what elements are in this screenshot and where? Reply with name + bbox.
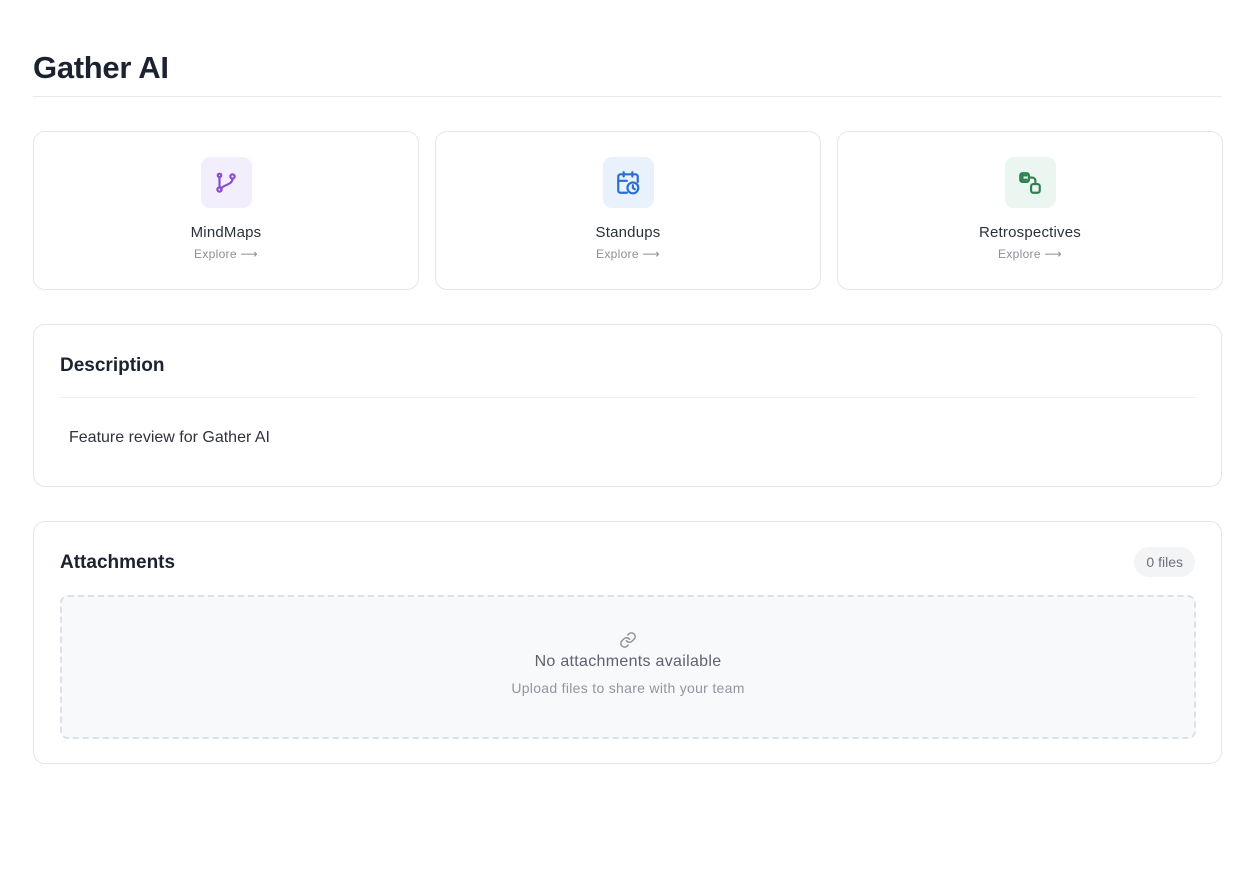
page-title: Gather AI <box>33 50 169 85</box>
feature-card-label: Standups <box>595 224 661 241</box>
calendar-clock-icon <box>617 170 640 194</box>
explore-link[interactable]: Explore ⟶ <box>596 247 660 261</box>
feature-card-standups[interactable]: Standups Explore ⟶ <box>435 131 821 290</box>
description-heading: Description <box>60 355 165 376</box>
feature-card-label: Retrospectives <box>978 224 1081 241</box>
title-divider <box>33 96 1222 97</box>
feature-card-retrospectives[interactable]: Retrospectives Explore ⟶ <box>837 131 1223 290</box>
feature-card-mindmaps[interactable]: MindMaps Explore ⟶ <box>33 131 419 290</box>
paperclip-icon <box>620 632 636 648</box>
feature-card-label: MindMaps <box>190 224 262 241</box>
retrospectives-icon-tile <box>1004 157 1056 208</box>
link-squares-icon <box>1019 171 1041 194</box>
description-divider <box>60 397 1196 398</box>
description-panel: Description Feature review for Gather AI <box>33 324 1222 487</box>
empty-state-title: No attachments available <box>534 653 722 670</box>
description-text: Feature review for Gather AI <box>69 429 270 446</box>
empty-state-subtitle: Upload files to share with your team <box>511 680 745 696</box>
standups-icon-tile <box>602 157 654 208</box>
explore-link[interactable]: Explore ⟶ <box>998 247 1062 261</box>
files-count-badge: 0 files <box>1134 547 1195 577</box>
attachments-dropzone[interactable]: No attachments available Upload files to… <box>60 595 1196 739</box>
mindmaps-icon-tile <box>200 157 252 208</box>
attachments-panel: Attachments 0 files No attachments avail… <box>33 521 1222 764</box>
git-branch-icon <box>216 172 236 193</box>
explore-link[interactable]: Explore ⟶ <box>194 247 258 261</box>
attachments-heading: Attachments <box>60 552 176 573</box>
